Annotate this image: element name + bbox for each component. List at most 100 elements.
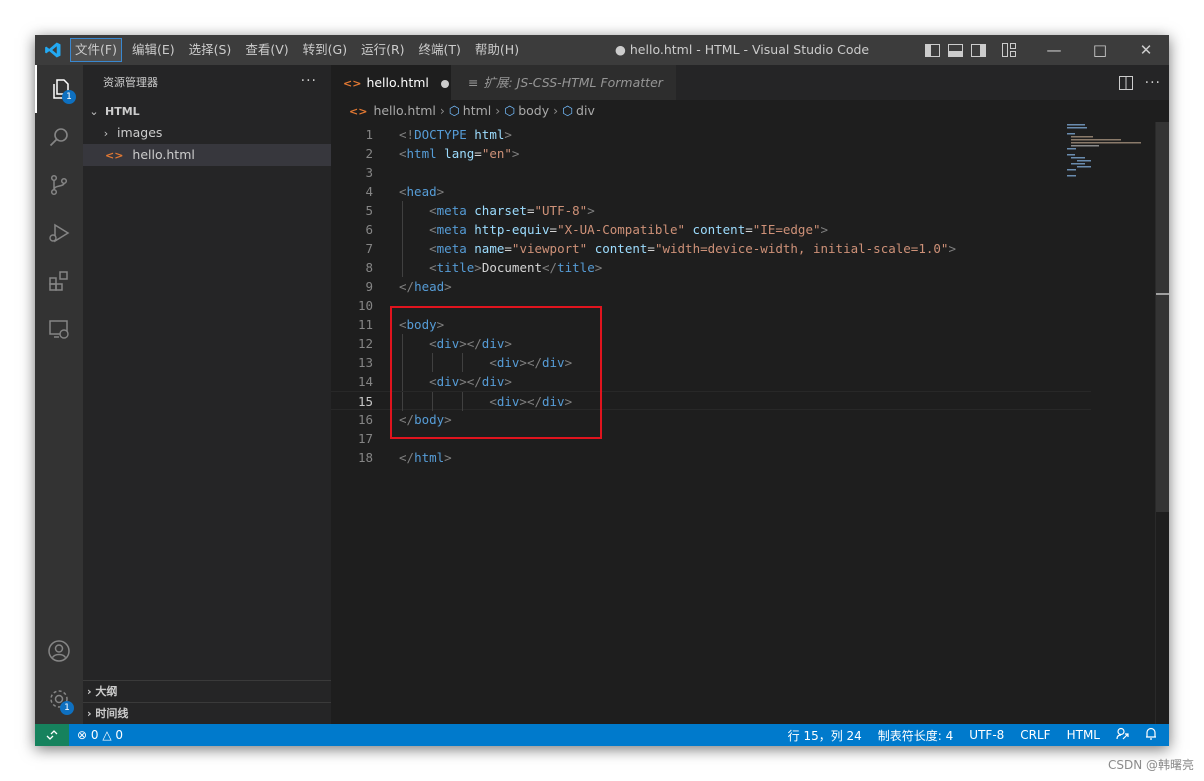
line-number: 8	[365, 260, 373, 275]
code-line[interactable]: 6 <meta http-equiv="X-UA-Compatible" con…	[331, 220, 1091, 239]
tab-extension-formatter[interactable]: ≡ 扩展: JS-CSS-HTML Formatter	[451, 65, 677, 100]
problems-indicator[interactable]: ⊗ 0 △ 0	[77, 724, 123, 746]
timeline-section[interactable]: › 时间线	[83, 702, 331, 724]
unsaved-dot-icon[interactable]	[440, 79, 449, 88]
menu-edit[interactable]: 编辑(E)	[128, 38, 179, 62]
menu-file[interactable]: 文件(F)	[70, 38, 122, 62]
code-line[interactable]: 4 <head>	[331, 182, 1091, 201]
html-file-icon: <>	[343, 77, 362, 90]
breadcrumb: <> hello.html › ⬡ html › ⬡ body › ⬡ div	[349, 103, 595, 118]
highlight-box	[390, 306, 602, 439]
remote-indicator-icon[interactable]	[35, 724, 69, 746]
chevron-right-icon: ›	[87, 685, 92, 698]
timeline-label: 时间线	[95, 707, 129, 720]
settings-badge: 1	[60, 701, 74, 715]
remote-explorer-icon[interactable]	[35, 305, 83, 353]
code-token: meta	[436, 241, 467, 256]
code-line[interactable]: 18 </html>	[331, 448, 1091, 467]
line-number: 1	[365, 127, 373, 142]
more-actions-icon[interactable]: ···	[301, 65, 317, 100]
menu-run[interactable]: 运行(R)	[357, 38, 408, 62]
tree-item-images[interactable]: › images	[83, 122, 331, 144]
code-line[interactable]: 3	[331, 163, 1091, 182]
menu-go[interactable]: 转到(G)	[299, 38, 351, 62]
menu-selection[interactable]: 选择(S)	[185, 38, 236, 62]
code-token: >	[436, 184, 445, 199]
cursor-position[interactable]: 行 15，列 24	[788, 727, 862, 744]
chevron-down-icon: ⌄	[89, 105, 99, 118]
settings-gear-icon[interactable]: 1	[35, 675, 83, 723]
code-text: </head>	[399, 277, 452, 296]
code-token: html	[406, 146, 437, 161]
maximize-icon[interactable]: □	[1077, 35, 1123, 65]
code-token: head	[414, 279, 445, 294]
notifications-bell-icon[interactable]	[1145, 727, 1157, 743]
code-token: meta	[436, 222, 467, 237]
code-line[interactable]: 2 <html lang="en">	[331, 144, 1091, 163]
code-line[interactable]: 7 <meta name="viewport" content="width=d…	[331, 239, 1091, 258]
breadcrumb-file[interactable]: hello.html	[373, 103, 435, 118]
activity-bar: 1 1	[35, 65, 83, 724]
code-token: "width=device-width, initial-scale=1.0"	[654, 241, 949, 256]
explorer-icon[interactable]: 1	[35, 65, 83, 113]
code-token: title	[557, 260, 595, 275]
breadcrumb-div[interactable]: div	[576, 103, 595, 118]
tree-item-hello-html[interactable]: <> hello.html	[83, 144, 331, 166]
line-number: 3	[365, 165, 373, 180]
source-control-icon[interactable]	[35, 161, 83, 209]
code-line[interactable]: 1 <!DOCTYPE html>	[331, 125, 1091, 144]
line-ending[interactable]: CRLF	[1020, 728, 1050, 742]
split-editor-icon[interactable]	[1118, 75, 1133, 90]
code-line[interactable]: 5 <meta charset="UTF-8">	[331, 201, 1091, 220]
more-actions-icon[interactable]: ···	[1145, 75, 1161, 91]
code-text: <head>	[399, 182, 444, 201]
code-token: </	[542, 260, 558, 275]
code-token: >	[594, 260, 603, 275]
tab-label: hello.html	[366, 75, 429, 90]
code-token: content	[692, 222, 746, 237]
close-icon[interactable]: ✕	[1123, 35, 1169, 65]
code-token: =	[474, 146, 482, 161]
vertical-scrollbar-thumb[interactable]	[1156, 122, 1169, 512]
code-token: charset	[474, 203, 527, 218]
code-token: =	[745, 222, 753, 237]
code-token: =	[549, 222, 558, 237]
vscode-window: 文件(F) 编辑(E) 选择(S) 查看(V) 转到(G) 运行(R) 终端(T…	[35, 35, 1169, 746]
menu-terminal[interactable]: 终端(T)	[415, 38, 465, 62]
line-number: 11	[357, 317, 373, 332]
search-icon[interactable]	[35, 113, 83, 161]
code-token: "en"	[481, 146, 512, 161]
menu-view[interactable]: 查看(V)	[241, 38, 292, 62]
feedback-icon[interactable]	[1116, 727, 1129, 743]
file-encoding[interactable]: UTF-8	[969, 728, 1004, 742]
toggle-sidebar-icon[interactable]	[922, 35, 942, 65]
code-token: meta	[436, 203, 467, 218]
outline-section[interactable]: › 大纲	[83, 680, 331, 702]
folder-root-html[interactable]: ⌄ HTML	[83, 100, 331, 122]
breadcrumb-body[interactable]: body	[518, 103, 549, 118]
toggle-secondary-sidebar-icon[interactable]	[968, 35, 988, 65]
toggle-panel-icon[interactable]	[945, 35, 965, 65]
minimize-icon[interactable]: —	[1031, 35, 1077, 65]
tab-size[interactable]: 制表符长度: 4	[878, 727, 954, 744]
menu-help[interactable]: 帮助(H)	[471, 38, 523, 62]
menu-bar: 文件(F) 编辑(E) 选择(S) 查看(V) 转到(G) 运行(R) 终端(T…	[70, 38, 529, 62]
account-icon[interactable]	[35, 627, 83, 675]
code-token: <	[429, 203, 437, 218]
tab-hello-html[interactable]: <> hello.html	[331, 65, 451, 100]
extensions-icon[interactable]	[35, 257, 83, 305]
customize-layout-icon[interactable]	[999, 35, 1019, 65]
symbol-icon: ⬡	[562, 103, 574, 118]
run-debug-icon[interactable]	[35, 209, 83, 257]
language-mode[interactable]: HTML	[1067, 728, 1100, 742]
minimap[interactable]	[1065, 122, 1155, 182]
line-number: 7	[365, 241, 373, 256]
code-line[interactable]: 9 </head>	[331, 277, 1091, 296]
code-line[interactable]: 8 <title>Document</title>	[331, 258, 1091, 277]
breadcrumb-html[interactable]: html	[463, 103, 491, 118]
line-number: 5	[365, 203, 373, 218]
